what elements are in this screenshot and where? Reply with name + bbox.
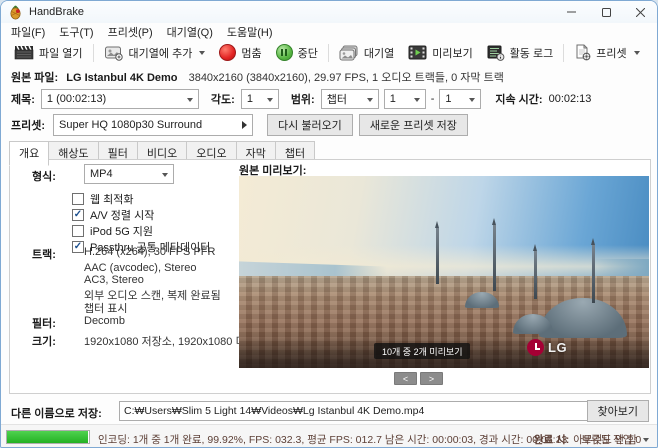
source-file-details: 3840x2160 (3840x2160), 29.97 FPS, 1 오디오 … xyxy=(188,72,504,84)
when-done-dropdown[interactable]: 완료 시: 아무것도 안 함 xyxy=(534,432,649,447)
range-from-select[interactable]: 1 xyxy=(383,89,426,109)
minaret xyxy=(590,237,595,303)
add-to-queue-button[interactable]: 대기열에 추가 xyxy=(97,43,213,63)
pause-button[interactable]: 중단 xyxy=(269,42,325,63)
checkbox-web-optimized[interactable]: 웹 최적화 xyxy=(72,191,134,207)
track-video: H.264 (x264), 30 FPS PFR xyxy=(84,246,216,258)
size-label: 크기: xyxy=(32,336,56,348)
preset-doc-gear-icon xyxy=(576,44,591,61)
tracks-label: 트랙: xyxy=(32,249,56,261)
preview-button[interactable]: 미리보기 xyxy=(401,43,479,63)
range-separator: - xyxy=(430,93,435,105)
lg-logo-icon xyxy=(527,339,544,356)
minaret xyxy=(434,220,439,284)
save-as-label: 다른 이름으로 저장: xyxy=(11,408,102,420)
reload-preset-button[interactable]: 다시 불러오기 xyxy=(267,114,353,136)
filters-label: 필터: xyxy=(32,318,56,330)
activity-log-icon xyxy=(487,45,505,61)
toolbar-separator xyxy=(92,43,94,62)
track-audio-2: AC3, Stereo xyxy=(84,274,144,286)
range-type-select[interactable]: 챕터 xyxy=(320,89,379,109)
format-label: 형식: xyxy=(32,171,56,183)
presets-button[interactable]: 프리셋 xyxy=(567,42,646,63)
checkbox-av-align-start[interactable]: ✓ A/V 정렬 시작 xyxy=(72,207,154,223)
save-as-row: 다른 이름으로 저장: 찾아보기 xyxy=(1,400,657,424)
handbrake-window: HandBrake 파일(F) 도구(T) 프리셋(P) 대기열(Q) 도움말(… xyxy=(0,0,658,448)
duration-label: 지속 시간: xyxy=(495,94,543,106)
handbrake-logo-icon xyxy=(10,5,21,19)
menu-presets[interactable]: 프리셋(P) xyxy=(101,23,160,41)
checkbox-ipod-5g[interactable]: iPod 5G 지원 xyxy=(72,223,153,239)
preview-image: 10개 중 2개 미리보기 LG xyxy=(239,176,649,368)
preview-previous-button[interactable]: < xyxy=(394,372,417,385)
toolbar-separator xyxy=(327,43,329,62)
title-select[interactable]: 1 (00:02:13) xyxy=(40,89,199,109)
checkbox-checked-icon: ✓ xyxy=(72,209,84,221)
toolbar: 파일 열기 대기열에 추가 멈춤 중단 대기열 미리보기 활동 로그 프리셋 xyxy=(1,40,657,65)
range-label: 범위: xyxy=(290,94,315,106)
minaret xyxy=(492,218,497,292)
angle-select[interactable]: 1 xyxy=(240,89,279,109)
checkbox-icon xyxy=(72,225,84,237)
duration-value: 00:02:13 xyxy=(548,93,592,105)
preset-row: 프리셋: Super HQ 1080p30 Surround 다시 불러오기 새… xyxy=(11,114,468,136)
add-to-queue-icon xyxy=(104,46,123,61)
stop-record-icon xyxy=(219,44,237,61)
source-file-label: 원본 파일: xyxy=(11,72,59,84)
preset-select[interactable]: Super HQ 1080p30 Surround xyxy=(53,114,254,136)
track-chapters: 챕터 표시 xyxy=(84,303,128,315)
filters-value: Decomb xyxy=(84,315,125,327)
encode-progress-bar xyxy=(6,430,90,444)
menu-file[interactable]: 파일(F) xyxy=(4,23,52,41)
checkbox-icon xyxy=(72,193,84,205)
source-file-name: LG Istanbul 4K Demo xyxy=(66,72,178,84)
queue-button[interactable]: 대기열 xyxy=(332,43,401,63)
filmstrip-play-icon xyxy=(408,45,427,60)
toolbar-separator xyxy=(563,43,565,62)
queue-icon xyxy=(339,45,358,60)
menu-help[interactable]: 도움말(H) xyxy=(220,23,280,41)
pause-icon xyxy=(275,44,293,61)
format-select[interactable]: MP4 xyxy=(84,164,174,184)
progress-fill xyxy=(7,431,89,443)
open-file-button[interactable]: 파일 열기 xyxy=(7,43,90,63)
activity-log-button[interactable]: 활동 로그 xyxy=(480,43,561,63)
minaret xyxy=(533,243,538,299)
titlebar[interactable]: HandBrake xyxy=(1,1,657,23)
title-label: 제목: xyxy=(11,94,35,106)
range-to-select[interactable]: 1 xyxy=(439,89,482,109)
chevron-down-icon xyxy=(643,437,649,442)
preview-next-button[interactable]: > xyxy=(420,372,443,385)
lg-logo: LG xyxy=(527,339,567,356)
chevron-down-icon xyxy=(199,50,206,55)
destination-path-input[interactable] xyxy=(119,401,599,421)
chevron-down-icon xyxy=(633,50,640,55)
track-audio-1: AAC (avcodec), Stereo xyxy=(84,262,197,274)
sea-right xyxy=(591,258,649,276)
clapperboard-icon xyxy=(14,45,34,60)
title-row: 제목: 1 (00:02:13) 각도: 1 범위: 챕터 1 - 1 지속 시… xyxy=(11,89,591,109)
source-file-row: 원본 파일: LG Istanbul 4K Demo 3840x2160 (38… xyxy=(11,69,504,85)
preset-label: 프리셋: xyxy=(11,120,46,132)
maximize-button[interactable] xyxy=(589,1,623,23)
menu-tools[interactable]: 도구(T) xyxy=(52,23,100,41)
summary-panel: 형식: MP4 웹 최적화 ✓ A/V 정렬 시작 iPod 5G 지원 ✓ P… xyxy=(9,159,651,394)
save-new-preset-button[interactable]: 새로운 프리셋 저장 xyxy=(358,114,468,136)
minimize-button[interactable] xyxy=(555,1,589,23)
menu-bar: 파일(F) 도구(T) 프리셋(P) 대기열(Q) 도움말(H) xyxy=(1,23,657,40)
window-title: HandBrake xyxy=(29,6,85,18)
tab-summary[interactable]: 개요 xyxy=(9,141,50,166)
status-bar: 인코딩: 1개 중 1개 완료, 99.92%, FPS: 032.3, 평균 … xyxy=(1,424,657,447)
close-button[interactable] xyxy=(623,1,657,23)
browse-button[interactable]: 찾아보기 xyxy=(586,400,649,422)
stop-button[interactable]: 멈춤 xyxy=(212,42,268,63)
checkbox-checked-icon: ✓ xyxy=(72,241,84,253)
preview-counter-overlay: 10개 중 2개 미리보기 xyxy=(374,343,471,359)
angle-label: 각도: xyxy=(210,94,235,106)
menu-queue[interactable]: 대기열(Q) xyxy=(160,23,220,41)
